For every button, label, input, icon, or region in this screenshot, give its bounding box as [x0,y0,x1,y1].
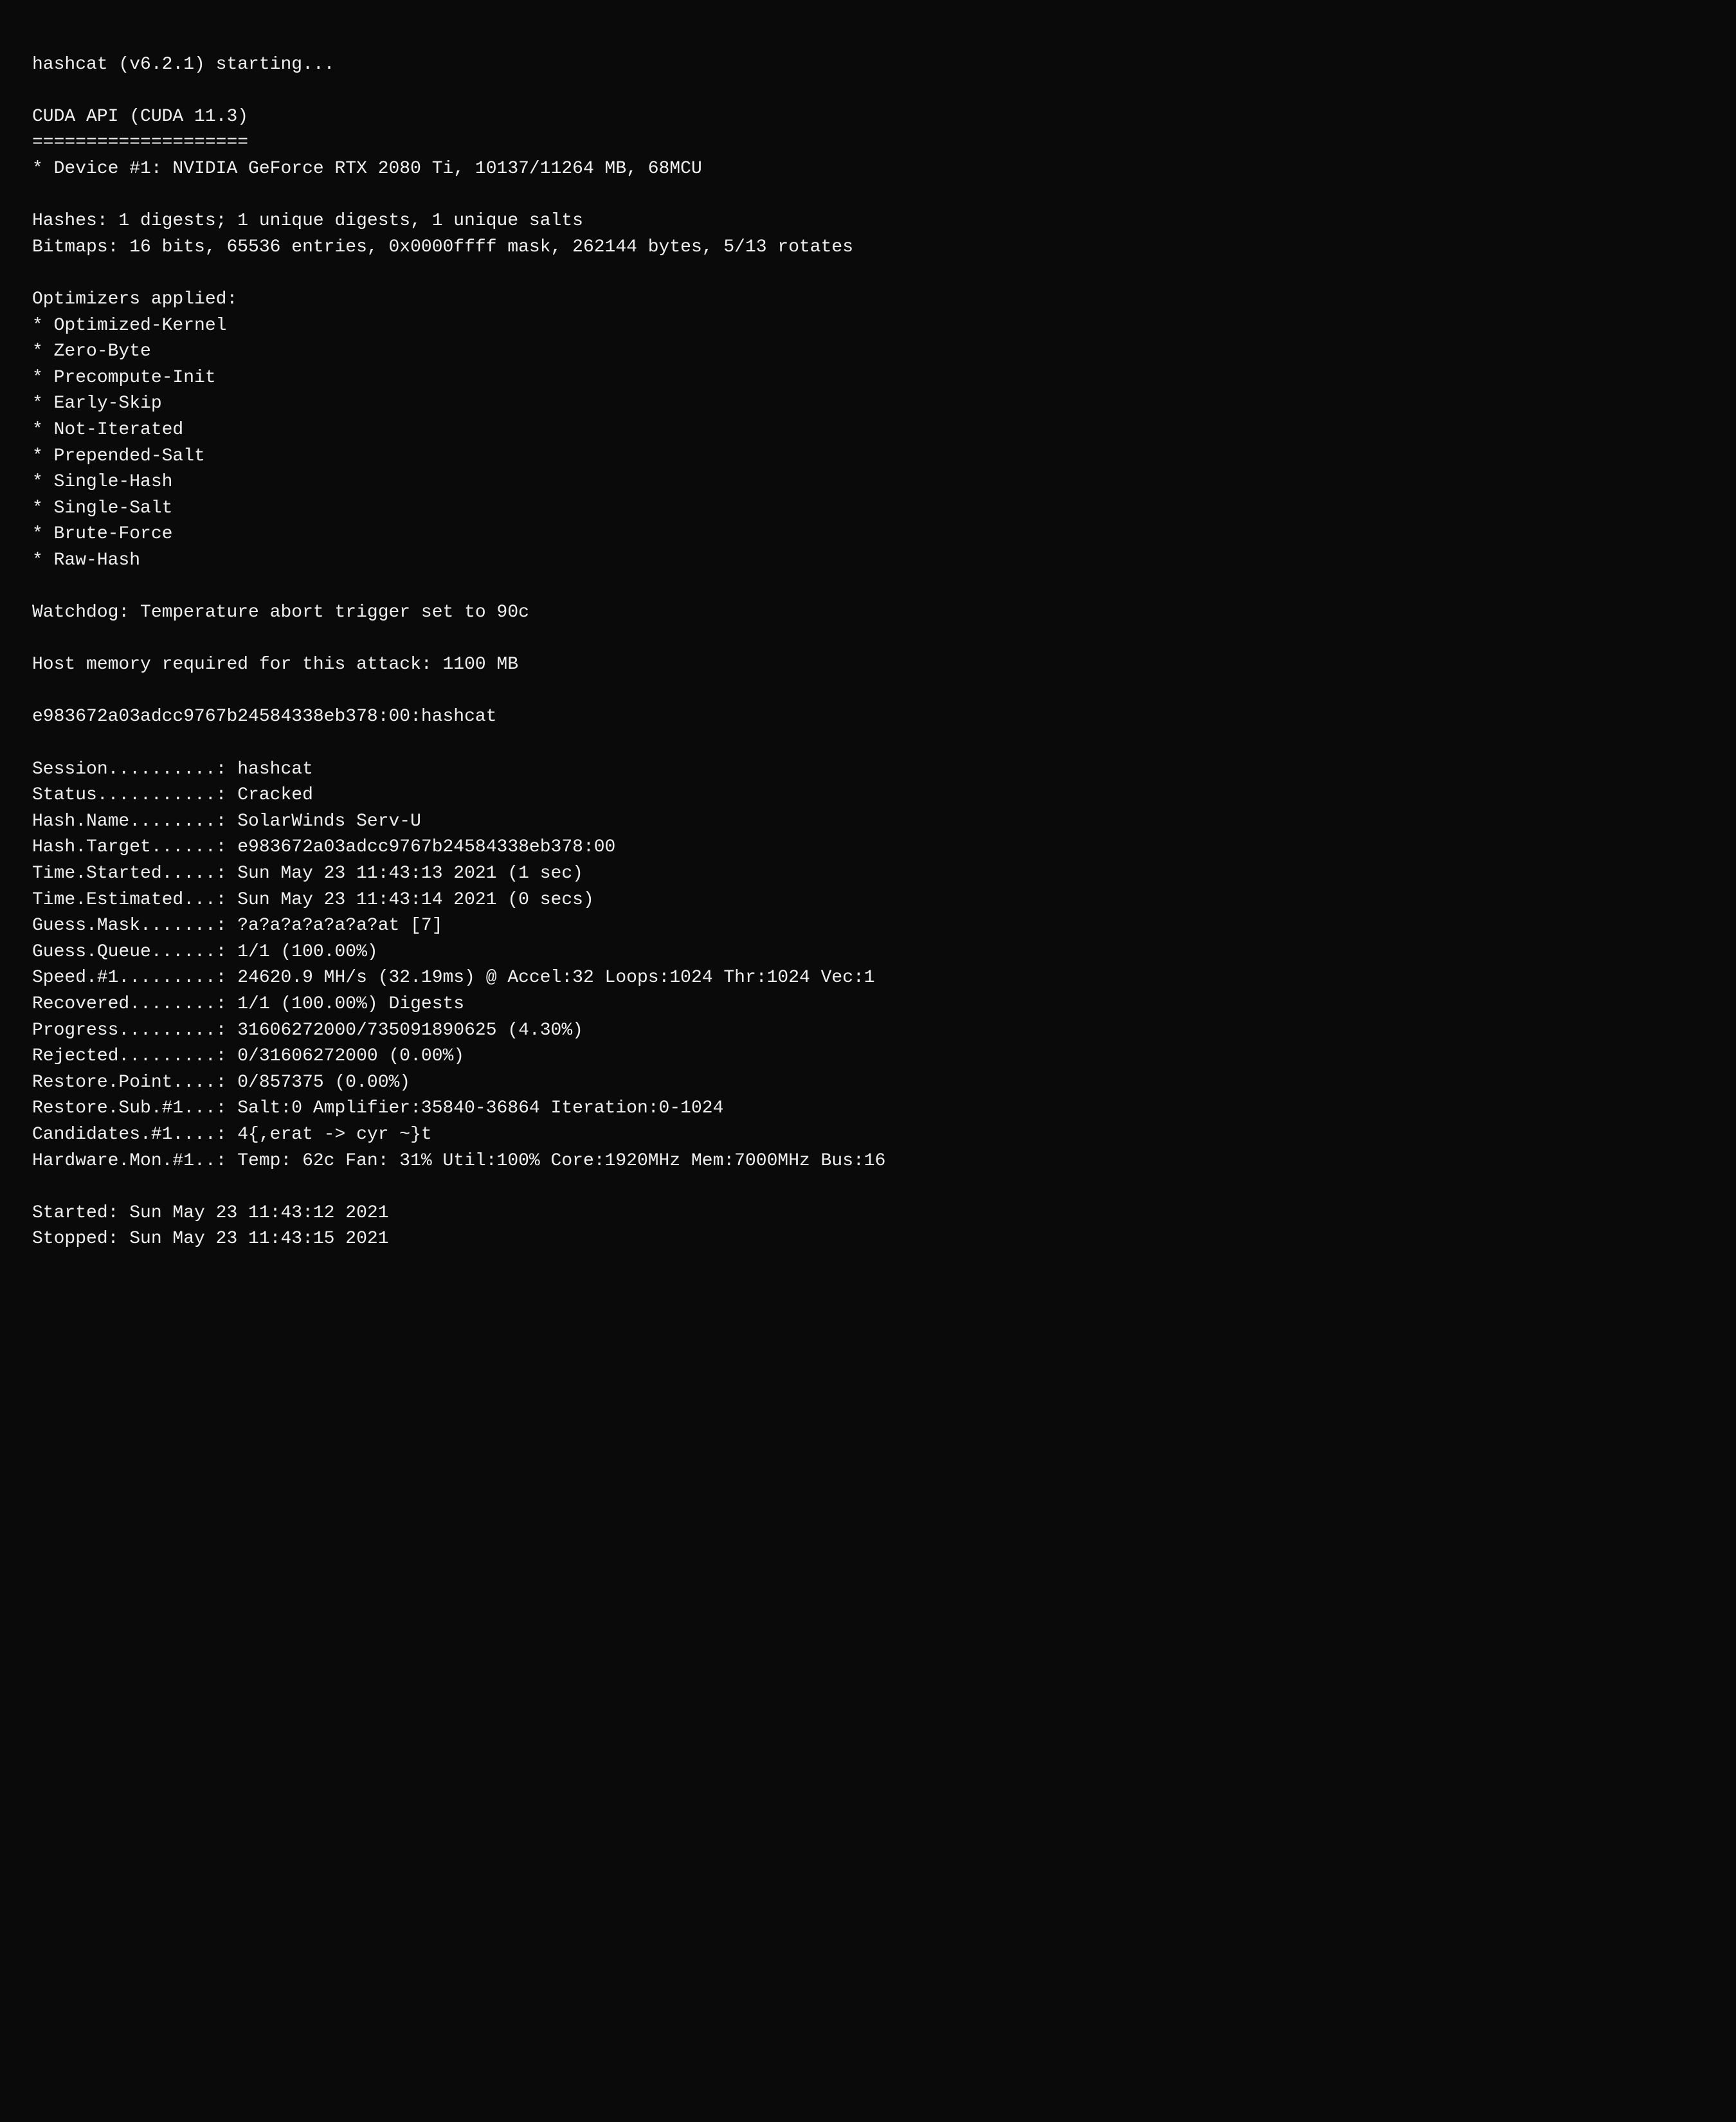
line-10: * Precompute-Init [32,365,1704,392]
line-13: * Prepended-Salt [32,444,1704,470]
line-blank-2 [32,183,1704,209]
line-9: * Zero-Byte [32,339,1704,365]
line-37: Started: Sun May 23 11:43:12 2021 [32,1201,1704,1227]
line-35: Candidates.#1....: 4{,erat -> cyr ~}t [32,1122,1704,1148]
line-25: Time.Started.....: Sun May 23 11:43:13 2… [32,861,1704,887]
line-blank-8 [32,1174,1704,1201]
line-32: Rejected.........: 0/31606272000 (0.00%) [32,1044,1704,1070]
line-18: Watchdog: Temperature abort trigger set … [32,600,1704,626]
line-19: Host memory required for this attack: 11… [32,652,1704,678]
line-30: Recovered........: 1/1 (100.00%) Digests [32,992,1704,1018]
line-14: * Single-Hash [32,469,1704,496]
line-3: ==================== [32,130,1704,156]
line-blank-7 [32,730,1704,757]
line-7: Optimizers applied: [32,287,1704,313]
terminal-output: hashcat (v6.2.1) starting... CUDA API (CU… [32,26,1704,1253]
line-12: * Not-Iterated [32,417,1704,444]
line-blank-5 [32,626,1704,653]
line-23: Hash.Name........: SolarWinds Serv-U [32,809,1704,835]
line-20: e983672a03adcc9767b24584338eb378:00:hash… [32,704,1704,730]
line-31: Progress.........: 31606272000/735091890… [32,1018,1704,1044]
line-24: Hash.Target......: e983672a03adcc9767b24… [32,835,1704,861]
line-26: Time.Estimated...: Sun May 23 11:43:14 2… [32,887,1704,914]
line-11: * Early-Skip [32,391,1704,417]
line-6: Bitmaps: 16 bits, 65536 entries, 0x0000f… [32,235,1704,261]
line-28: Guess.Queue......: 1/1 (100.00%) [32,939,1704,966]
line-15: * Single-Salt [32,496,1704,522]
line-34: Restore.Sub.#1...: Salt:0 Amplifier:3584… [32,1096,1704,1122]
line-8: * Optimized-Kernel [32,313,1704,340]
line-2: CUDA API (CUDA 11.3) [32,104,1704,131]
line-38: Stopped: Sun May 23 11:43:15 2021 [32,1226,1704,1253]
line-36: Hardware.Mon.#1..: Temp: 62c Fan: 31% Ut… [32,1148,1704,1175]
line-21: Session..........: hashcat [32,757,1704,783]
line-17: * Raw-Hash [32,548,1704,574]
line-29: Speed.#1.........: 24620.9 MH/s (32.19ms… [32,965,1704,992]
line-22: Status...........: Cracked [32,783,1704,809]
line-blank-6 [32,678,1704,705]
line-5: Hashes: 1 digests; 1 unique digests, 1 u… [32,208,1704,235]
line-16: * Brute-Force [32,521,1704,548]
line-1: hashcat (v6.2.1) starting... [32,52,1704,78]
line-blank-4 [32,574,1704,600]
line-27: Guess.Mask.......: ?a?a?a?a?a?a?at [7] [32,913,1704,939]
line-blank-1 [32,78,1704,104]
line-blank-3 [32,260,1704,287]
line-33: Restore.Point....: 0/857375 (0.00%) [32,1070,1704,1096]
line-4: * Device #1: NVIDIA GeForce RTX 2080 Ti,… [32,156,1704,183]
